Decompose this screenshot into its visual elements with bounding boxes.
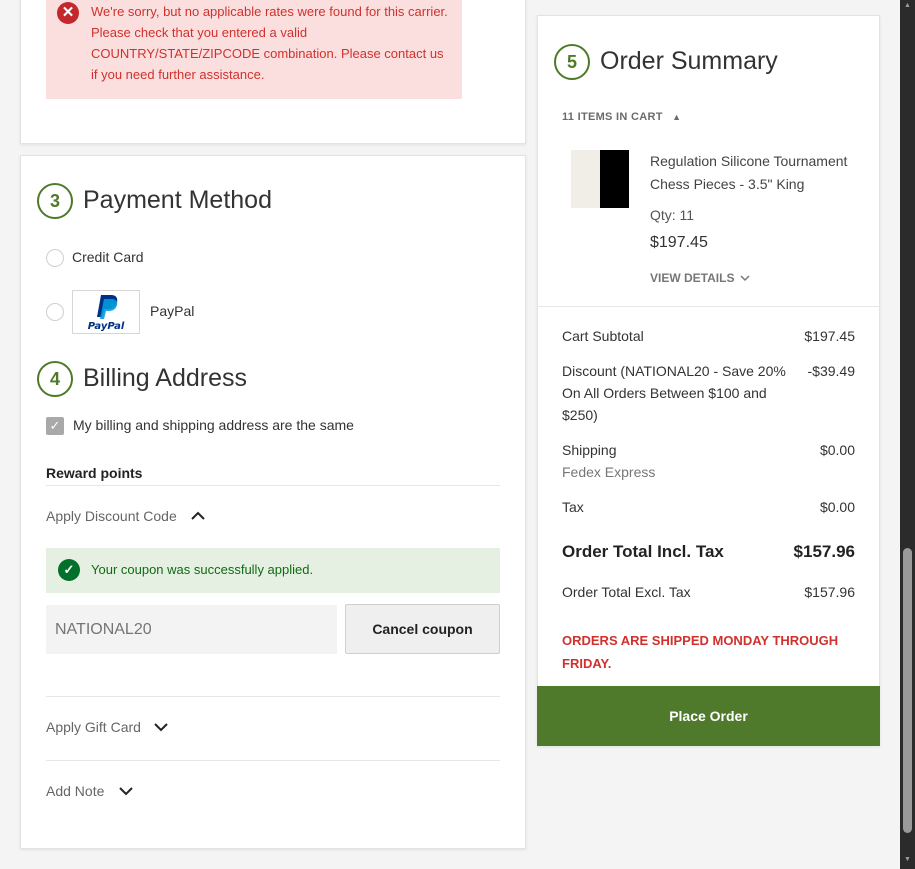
- tax-row: Tax $0.00: [562, 496, 855, 518]
- tax-value: $0.00: [819, 499, 855, 515]
- place-order-button[interactable]: Place Order: [537, 686, 880, 746]
- product-qty: Qty: 11: [650, 207, 695, 223]
- divider: [46, 760, 500, 761]
- product-thumbnail: [571, 150, 629, 208]
- order-total-excl-value: $157.96: [804, 584, 855, 600]
- payment-method-title: Payment Method: [83, 186, 272, 214]
- same-address-checkbox[interactable]: ✓: [46, 417, 64, 435]
- check-circle-icon: ✓: [58, 559, 80, 581]
- chevron-down-icon[interactable]: [153, 722, 169, 732]
- divider: [46, 696, 500, 697]
- billing-address-title: Billing Address: [83, 364, 247, 392]
- paypal-logo-text: PayPal: [88, 321, 125, 332]
- paypal-logo[interactable]: PayPal: [72, 290, 140, 334]
- order-summary-panel: 5 Order Summary 11 ITEMS IN CART ▲ Regul…: [537, 15, 880, 746]
- discount-value: -$39.49: [807, 363, 855, 379]
- product-name: Regulation Silicone Tournament Chess Pie…: [650, 153, 848, 192]
- caret-up-icon: ▲: [672, 112, 682, 122]
- chevron-down-icon: [740, 275, 750, 282]
- step-5-badge: 5: [554, 44, 590, 80]
- shipping-error-alert: ✕ We're sorry, but no applicable rates w…: [46, 0, 462, 99]
- discount-label: Discount (NATIONAL20 - Save 20% On All O…: [562, 363, 786, 423]
- order-total-incl-value: $157.96: [793, 542, 855, 561]
- step-3-badge: 3: [37, 183, 73, 219]
- cart-subtotal-value: $197.45: [804, 328, 855, 344]
- items-in-cart-toggle[interactable]: 11 ITEMS IN CART ▲: [562, 111, 681, 123]
- chevron-up-icon[interactable]: [190, 511, 206, 521]
- payment-billing-panel: 3 Payment Method Credit Card PayPal PayP…: [20, 155, 526, 849]
- paypal-radio[interactable]: [46, 303, 64, 321]
- shipping-notice: ORDERS ARE SHIPPED MONDAY THROUGH FRIDAY…: [562, 633, 839, 671]
- cart-subtotal-label: Cart Subtotal: [562, 328, 644, 344]
- order-total-incl-label: Order Total Incl. Tax: [562, 542, 724, 561]
- coupon-success-alert: ✓ Your coupon was successfully applied.: [46, 548, 500, 593]
- scrollbar[interactable]: ▲ ▼: [900, 0, 915, 869]
- order-summary-title: Order Summary: [600, 47, 778, 75]
- shipping-value: $0.00: [819, 442, 855, 458]
- shipping-error-message: We're sorry, but no applicable rates wer…: [91, 4, 448, 82]
- product-price: $197.45: [650, 234, 708, 251]
- error-icon: ✕: [57, 2, 79, 24]
- credit-card-label[interactable]: Credit Card: [72, 249, 144, 265]
- shipping-carrier: Fedex Express: [562, 464, 656, 480]
- order-total-excl-label: Order Total Excl. Tax: [562, 584, 691, 600]
- scroll-down-arrow-icon[interactable]: ▼: [900, 856, 915, 863]
- coupon-success-message: Your coupon was successfully applied.: [91, 562, 314, 577]
- shipping-row: Shipping $0.00 Fedex Express: [562, 439, 855, 483]
- discount-code-input[interactable]: [46, 605, 337, 654]
- items-in-cart-label: 11 ITEMS IN CART: [562, 111, 663, 123]
- step-4-badge: 4: [37, 361, 73, 397]
- paypal-label[interactable]: PayPal: [150, 303, 194, 319]
- credit-card-radio[interactable]: [46, 249, 64, 267]
- order-total-incl-row: Order Total Incl. Tax $157.96: [562, 541, 855, 567]
- shipping-label: Shipping: [562, 442, 617, 458]
- divider: [538, 306, 879, 307]
- apply-discount-toggle[interactable]: Apply Discount Code: [46, 508, 177, 524]
- cancel-coupon-button[interactable]: Cancel coupon: [345, 604, 500, 654]
- apply-gift-card-toggle[interactable]: Apply Gift Card: [46, 719, 141, 735]
- shipping-method-panel: ✕ We're sorry, but no applicable rates w…: [20, 0, 526, 144]
- add-note-toggle[interactable]: Add Note: [46, 783, 104, 799]
- order-total-excl-row: Order Total Excl. Tax $157.96: [562, 581, 855, 603]
- view-details-label: VIEW DETAILS: [650, 271, 735, 285]
- cart-subtotal-row: Cart Subtotal $197.45: [562, 325, 855, 347]
- reward-points-label: Reward points: [46, 465, 143, 481]
- divider: [46, 485, 500, 486]
- same-address-label[interactable]: My billing and shipping address are the …: [73, 417, 354, 433]
- view-details-toggle[interactable]: VIEW DETAILS: [650, 271, 750, 285]
- chevron-down-icon[interactable]: [118, 786, 134, 796]
- scrollbar-thumb[interactable]: [903, 548, 912, 833]
- scroll-up-arrow-icon[interactable]: ▲: [900, 2, 915, 9]
- discount-row: Discount (NATIONAL20 - Save 20% On All O…: [562, 360, 855, 426]
- chess-piece-image: [600, 150, 629, 208]
- paypal-icon: PayPal: [88, 295, 125, 332]
- tax-label: Tax: [562, 499, 584, 515]
